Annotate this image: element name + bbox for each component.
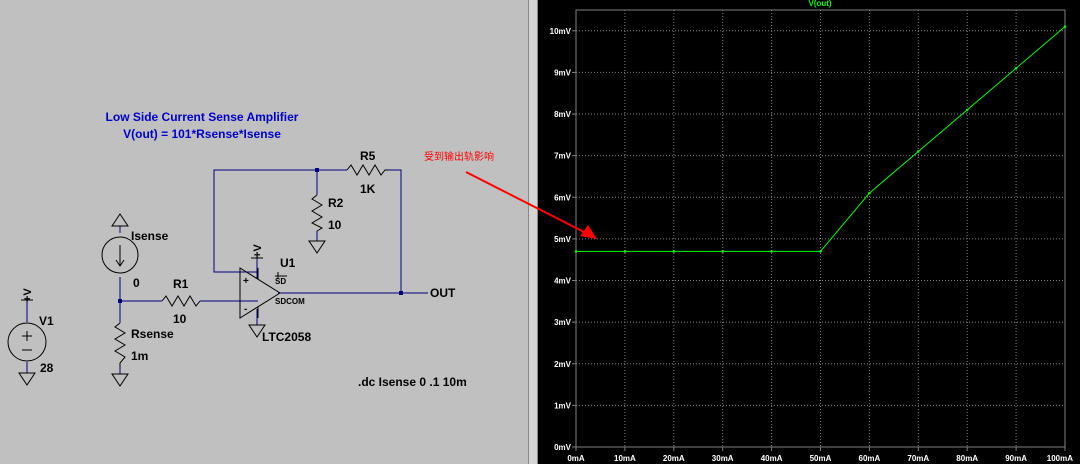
u1-plus-sign: +: [243, 276, 249, 287]
y-tick-label: 3mV: [554, 318, 572, 327]
y-tick-label: 2mV: [554, 360, 572, 369]
out-label: OUT: [430, 286, 456, 300]
annotation-text: 受到输出轨影响: [424, 150, 494, 163]
r1-label: R1: [173, 277, 189, 291]
x-tick-label: 30mA: [712, 454, 734, 463]
r2-label: R2: [328, 196, 344, 210]
pane-splitter[interactable]: [528, 0, 538, 464]
y-tick-label: 7mV: [554, 152, 572, 161]
x-tick-label: 10mA: [614, 454, 636, 463]
r5-value: 1K: [360, 182, 376, 196]
wire-feedback-left: [213, 169, 317, 273]
junction-out: [399, 291, 403, 295]
x-tick-label: 40mA: [761, 454, 783, 463]
data-point: [819, 250, 822, 253]
isense-label: Isense: [131, 229, 169, 243]
x-tick-label: 0mA: [567, 454, 585, 463]
trace-title[interactable]: V(out): [808, 0, 831, 8]
schematic-editor[interactable]: Low Side Current Sense Amplifier V(out) …: [0, 0, 528, 464]
resistor-rsense[interactable]: [114, 322, 126, 367]
x-tick-label: 90mA: [1005, 454, 1027, 463]
schematic-canvas[interactable]: Low Side Current Sense Amplifier V(out) …: [0, 0, 528, 464]
voltage-source-v1[interactable]: [7, 322, 47, 362]
plot-axes: 0mA 10mA 20mA 30mA 40mA 50mA 60mA 70mA 80mA 90mA 1…: [550, 9, 1073, 463]
u1-supply-label: +V: [252, 244, 264, 258]
isense-top-terminal-icon: [111, 213, 129, 227]
isense-node-label: 0: [133, 276, 140, 290]
y-tick-label: 8mV: [554, 110, 572, 119]
ground-rsense-icon: [111, 373, 129, 387]
spice-directive: .dc Isense 0 .1 10m: [358, 375, 467, 389]
x-tick-label: 70mA: [907, 454, 929, 463]
wires: [26, 169, 428, 374]
data-point: [672, 250, 676, 253]
u1-pin-sd: SD: [275, 277, 286, 286]
u1-label: U1: [280, 256, 296, 270]
data-point: [770, 250, 773, 253]
data-point: [917, 150, 920, 153]
resistor-r1[interactable]: [161, 295, 201, 307]
junction-rsense: [118, 299, 122, 303]
schematic-title-line1: Low Side Current Sense Amplifier: [106, 110, 299, 124]
v1-label: V1: [39, 314, 54, 328]
y-tick-label: 9mV: [554, 68, 572, 77]
y-tick-label: 4mV: [554, 277, 572, 286]
r5-label: R5: [360, 149, 376, 163]
y-tick-label: 5mV: [554, 235, 572, 244]
junction-r2: [315, 168, 319, 172]
rsense-value: 1m: [131, 349, 148, 363]
ground-v1-icon: [18, 372, 36, 386]
x-tick-label: 60mA: [859, 454, 881, 463]
wire-r5-right: [388, 169, 402, 293]
x-tick-label: 20mA: [663, 454, 685, 463]
r2-value: 10: [328, 218, 342, 232]
u1-pin-sdcom: SDCOM: [275, 297, 305, 306]
plot-frame: [575, 9, 1066, 448]
y-tick-label: 10mV: [550, 27, 572, 36]
data-point: [1063, 25, 1067, 28]
ground-r2-icon: [308, 240, 326, 254]
u1-part-label: LTC2058: [262, 330, 311, 344]
y-tick-label: 0mV: [554, 443, 572, 452]
data-point: [574, 250, 578, 253]
data-point: [721, 250, 724, 253]
x-tick-label: 50mA: [810, 454, 832, 463]
v1-supply-label: +V: [22, 288, 34, 302]
v1-value: 28: [40, 361, 54, 375]
x-tick-label: 100mA: [1047, 454, 1073, 463]
plot-grid: [575, 10, 1066, 448]
data-point: [868, 191, 871, 195]
y-tick-label: 6mV: [554, 193, 572, 202]
resistor-r2[interactable]: [310, 194, 324, 232]
data-point: [965, 108, 969, 112]
waveform-plot[interactable]: V(out) 0mA 10mA 20mA 30mA 40mA 50mA 60mA 70mA 80…: [538, 0, 1080, 464]
data-point: [1014, 66, 1018, 70]
y-tick-label: 1mV: [554, 401, 572, 410]
u1-minus-sign: -: [244, 304, 247, 315]
resistor-r5[interactable]: [346, 164, 388, 176]
data-point: [623, 250, 627, 253]
r1-value: 10: [173, 312, 187, 326]
x-tick-label: 80mA: [956, 454, 978, 463]
schematic-title-line2: V(out) = 101*Rsense*Isense: [123, 127, 281, 141]
rsense-label: Rsense: [131, 327, 174, 341]
waveform-viewer[interactable]: V(out) 0mA 10mA 20mA 30mA 40mA 50mA 60mA 70mA 80…: [538, 0, 1080, 464]
